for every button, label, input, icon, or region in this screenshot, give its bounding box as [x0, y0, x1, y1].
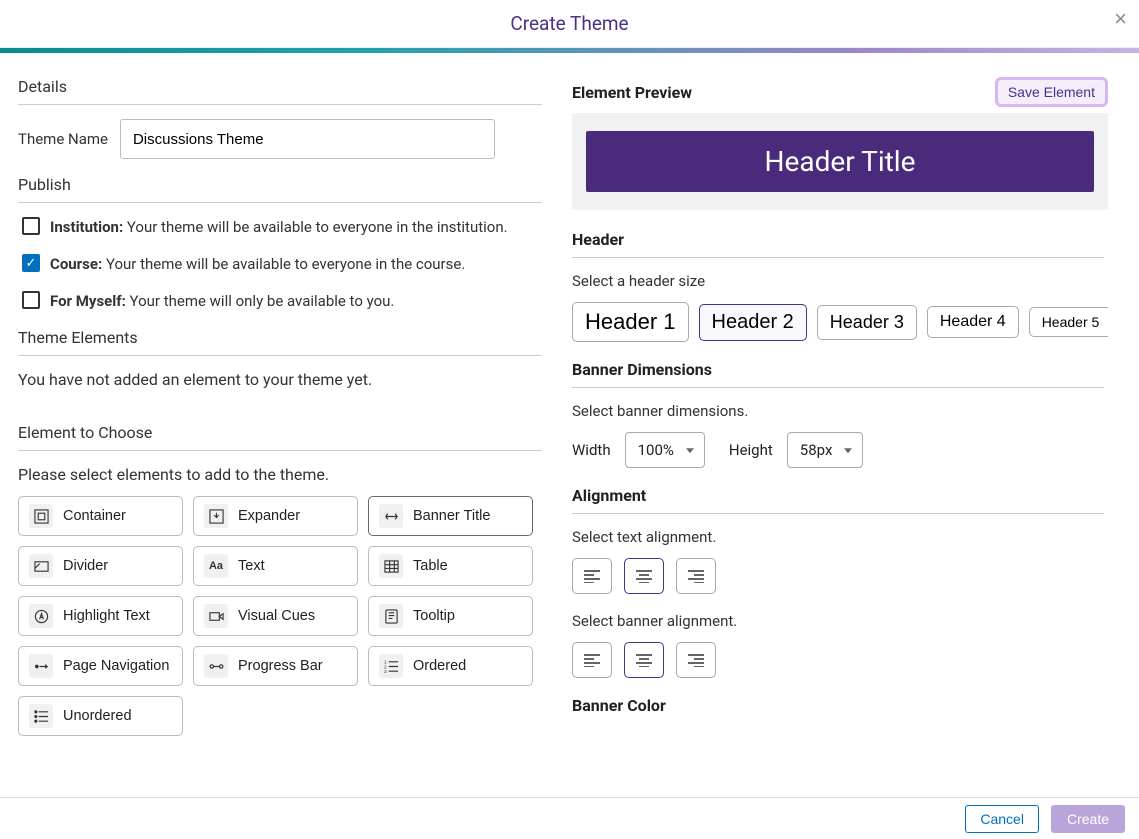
element-label: Ordered — [413, 658, 466, 674]
banner-color-heading: Banner Color — [572, 696, 1104, 723]
modal-title: Create Theme — [510, 12, 628, 35]
create-button[interactable]: Create — [1051, 805, 1125, 833]
element-banner-title[interactable]: Banner Title — [368, 496, 533, 536]
element-label: Divider — [63, 558, 108, 574]
svg-text:3: 3 — [384, 669, 387, 674]
preview-box: Header Title — [572, 113, 1108, 210]
header-size-5[interactable]: Header 5 — [1029, 307, 1108, 337]
page-nav-icon — [29, 654, 53, 678]
choose-heading: Element to Choose — [18, 423, 542, 451]
element-progress-bar[interactable]: Progress Bar — [193, 646, 358, 686]
divider-icon — [29, 554, 53, 578]
banner-align-left[interactable] — [572, 642, 612, 678]
dimensions-prompt: Select banner dimensions. — [572, 402, 1104, 420]
theme-elements-heading: Theme Elements — [18, 328, 542, 356]
element-tooltip[interactable]: Tooltip — [368, 596, 533, 636]
unordered-icon — [29, 704, 53, 728]
height-label: Height — [729, 441, 773, 459]
element-label: Highlight Text — [63, 608, 150, 624]
banner-title-icon — [379, 504, 403, 528]
course-checkbox[interactable]: ✓ — [22, 254, 40, 272]
element-page-navigation[interactable]: Page Navigation — [18, 646, 183, 686]
course-text: Course: Your theme will be available to … — [50, 254, 465, 275]
element-label: Progress Bar — [238, 658, 323, 674]
element-label: Banner Title — [413, 508, 490, 524]
element-container[interactable]: Container — [18, 496, 183, 536]
width-label: Width — [572, 441, 611, 459]
container-icon — [29, 504, 53, 528]
width-dropdown[interactable]: 100% — [625, 432, 705, 468]
text-align-center[interactable] — [624, 558, 664, 594]
myself-text: For Myself: Your theme will only be avai… — [50, 291, 394, 312]
institution-text: Institution: Your theme will be availabl… — [50, 217, 508, 238]
element-label: Unordered — [63, 708, 132, 724]
element-highlight-text[interactable]: Highlight Text — [18, 596, 183, 636]
settings-scroll[interactable]: Header Select a header size Header 1 Hea… — [572, 216, 1108, 787]
ordered-icon: 123 — [379, 654, 403, 678]
publish-heading: Publish — [18, 175, 542, 203]
footer: Cancel Create — [0, 797, 1139, 839]
dimensions-heading: Banner Dimensions — [572, 360, 1104, 388]
element-label: Page Navigation — [63, 658, 169, 674]
visual-cues-icon — [204, 604, 228, 628]
element-divider[interactable]: Divider — [18, 546, 183, 586]
close-button[interactable]: × — [1114, 8, 1127, 30]
header-prompt: Select a header size — [572, 272, 1104, 290]
table-icon — [379, 554, 403, 578]
element-label: Tooltip — [413, 608, 455, 624]
height-dropdown[interactable]: 58px — [787, 432, 864, 468]
element-unordered[interactable]: Unordered — [18, 696, 183, 736]
banner-align-prompt: Select banner alignment. — [572, 612, 1104, 630]
institution-checkbox[interactable] — [22, 217, 40, 235]
theme-name-label: Theme Name — [18, 130, 108, 148]
banner-align-center[interactable] — [624, 642, 664, 678]
expander-icon — [204, 504, 228, 528]
banner-preview: Header Title — [586, 131, 1094, 192]
save-element-button[interactable]: Save Element — [995, 77, 1108, 107]
text-align-right[interactable] — [676, 558, 716, 594]
theme-elements-empty: You have not added an element to your th… — [18, 370, 542, 389]
element-label: Expander — [238, 508, 300, 524]
myself-checkbox[interactable] — [22, 291, 40, 309]
element-label: Text — [238, 558, 265, 574]
highlight-icon — [29, 604, 53, 628]
header-size-2[interactable]: Header 2 — [699, 304, 807, 341]
element-label: Container — [63, 508, 126, 524]
element-grid: Container Expander Banner Title Divider … — [18, 496, 542, 736]
element-table[interactable]: Table — [368, 546, 533, 586]
banner-align-right[interactable] — [676, 642, 716, 678]
header-size-3[interactable]: Header 3 — [817, 305, 917, 340]
header-section-heading: Header — [572, 230, 1104, 258]
header-size-1[interactable]: Header 1 — [572, 302, 689, 342]
progress-icon — [204, 654, 228, 678]
element-label: Visual Cues — [238, 608, 315, 624]
element-visual-cues[interactable]: Visual Cues — [193, 596, 358, 636]
theme-name-input[interactable] — [120, 119, 495, 159]
element-preview-heading: Element Preview — [572, 83, 692, 102]
text-align-prompt: Select text alignment. — [572, 528, 1104, 546]
element-text[interactable]: Aa Text — [193, 546, 358, 586]
text-align-left[interactable] — [572, 558, 612, 594]
choose-prompt: Please select elements to add to the the… — [18, 465, 542, 484]
element-label: Table — [413, 558, 448, 574]
tooltip-icon — [379, 604, 403, 628]
details-heading: Details — [18, 77, 542, 105]
header-size-4[interactable]: Header 4 — [927, 306, 1019, 338]
right-panel: Element Preview Save Element Header Titl… — [560, 53, 1122, 797]
alignment-heading: Alignment — [572, 486, 1104, 514]
text-icon: Aa — [204, 554, 228, 578]
element-expander[interactable]: Expander — [193, 496, 358, 536]
cancel-button[interactable]: Cancel — [965, 805, 1039, 833]
element-ordered[interactable]: 123 Ordered — [368, 646, 533, 686]
left-panel: Details Theme Name Publish Institution: … — [0, 53, 560, 797]
